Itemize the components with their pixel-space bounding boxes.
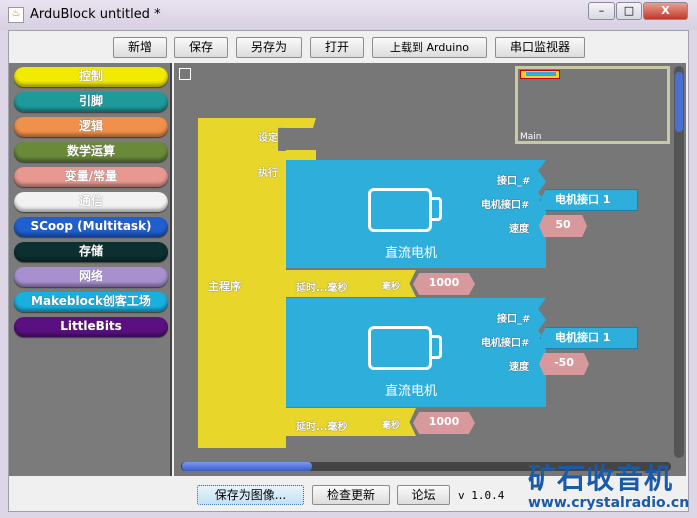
save-button[interactable]: 保存 xyxy=(174,37,228,58)
close-button[interactable]: X xyxy=(643,2,688,20)
port-label: 接口_# xyxy=(497,176,531,187)
setup-label: 设定 xyxy=(258,133,278,144)
delay-value[interactable]: 1000 xyxy=(413,273,475,295)
palette-category[interactable]: 数学运算 xyxy=(14,142,168,162)
palette-category[interactable]: 控制 xyxy=(14,67,168,87)
delay-value[interactable]: 1000 xyxy=(413,412,475,434)
motor-port-value[interactable]: 电机接口 1 xyxy=(540,327,638,349)
check-update-button[interactable]: 检查更新 xyxy=(312,485,390,505)
palette-category[interactable]: Makeblock创客工场 xyxy=(14,292,168,312)
ms-label: 毫秒 xyxy=(382,421,401,431)
motor-port-label: 电机接口# xyxy=(481,338,530,349)
ms-label: 毫秒 xyxy=(382,282,401,292)
main-program-label: 主程序 xyxy=(208,280,241,293)
speed-label: 速度 xyxy=(509,362,529,373)
watermark-url: www.crystalradio.cn xyxy=(528,495,690,511)
save-as-button[interactable]: 另存为 xyxy=(236,37,302,58)
delay-label: 延时...毫秒 xyxy=(296,422,348,433)
palette-category[interactable]: SCoop (Multitask) xyxy=(14,217,168,237)
serial-monitor-button[interactable]: 串口监视器 xyxy=(495,37,585,58)
horizontal-scroll-thumb[interactable] xyxy=(182,462,312,471)
save-as-image-button[interactable]: 保存为图像... xyxy=(197,485,304,505)
loop-slot-arm xyxy=(286,150,316,160)
watermark-title: 矿石收音机 xyxy=(528,462,674,495)
palette-category[interactable]: 逻辑 xyxy=(14,117,168,137)
forum-button[interactable]: 论坛 xyxy=(397,485,450,505)
speed-label: 速度 xyxy=(509,224,529,235)
speed-value[interactable]: 50 xyxy=(539,215,587,237)
loop-label: 执行 xyxy=(258,168,278,179)
delay-label: 延时...毫秒 xyxy=(296,283,348,294)
palette-category[interactable]: 变量/常量 xyxy=(14,167,168,187)
motor-icon xyxy=(368,188,432,232)
motor-port-value[interactable]: 电机接口 1 xyxy=(540,189,638,211)
upload-arduino-button[interactable]: 上载到 Arduino xyxy=(372,37,487,58)
vertical-scroll-thumb[interactable] xyxy=(675,72,683,132)
motor-icon xyxy=(368,326,432,370)
maximize-button[interactable]: □ xyxy=(616,2,642,20)
motor-title: 直流电机 xyxy=(385,246,438,261)
palette-category[interactable]: LittleBits xyxy=(14,317,168,337)
setup-slot-arm xyxy=(286,118,316,128)
port-label: 接口_# xyxy=(497,314,531,325)
motor-shaft-icon xyxy=(432,197,442,221)
palette-category[interactable]: 存储 xyxy=(14,242,168,262)
motor-title: 直流电机 xyxy=(385,384,438,399)
version-label: v 1.0.4 xyxy=(458,489,505,502)
motor-shaft-icon xyxy=(432,335,442,359)
palette-category[interactable]: 引脚 xyxy=(14,92,168,112)
palette-category[interactable]: 网络 xyxy=(14,267,168,287)
new-button[interactable]: 新增 xyxy=(113,37,167,58)
window-title: ArduBlock untitled * xyxy=(30,7,161,22)
minimap-label: Main xyxy=(520,132,542,142)
collapse-icon[interactable] xyxy=(179,68,191,80)
open-button[interactable]: 打开 xyxy=(310,37,364,58)
minimap[interactable]: Main xyxy=(515,66,670,144)
motor-port-label: 电机接口# xyxy=(481,200,530,211)
minimap-blocks xyxy=(526,72,556,76)
palette-category[interactable]: 通信 xyxy=(14,192,168,212)
minimize-button[interactable]: – xyxy=(588,2,615,20)
speed-value[interactable]: -50 xyxy=(539,353,589,375)
java-app-icon: ♨ xyxy=(8,7,24,23)
